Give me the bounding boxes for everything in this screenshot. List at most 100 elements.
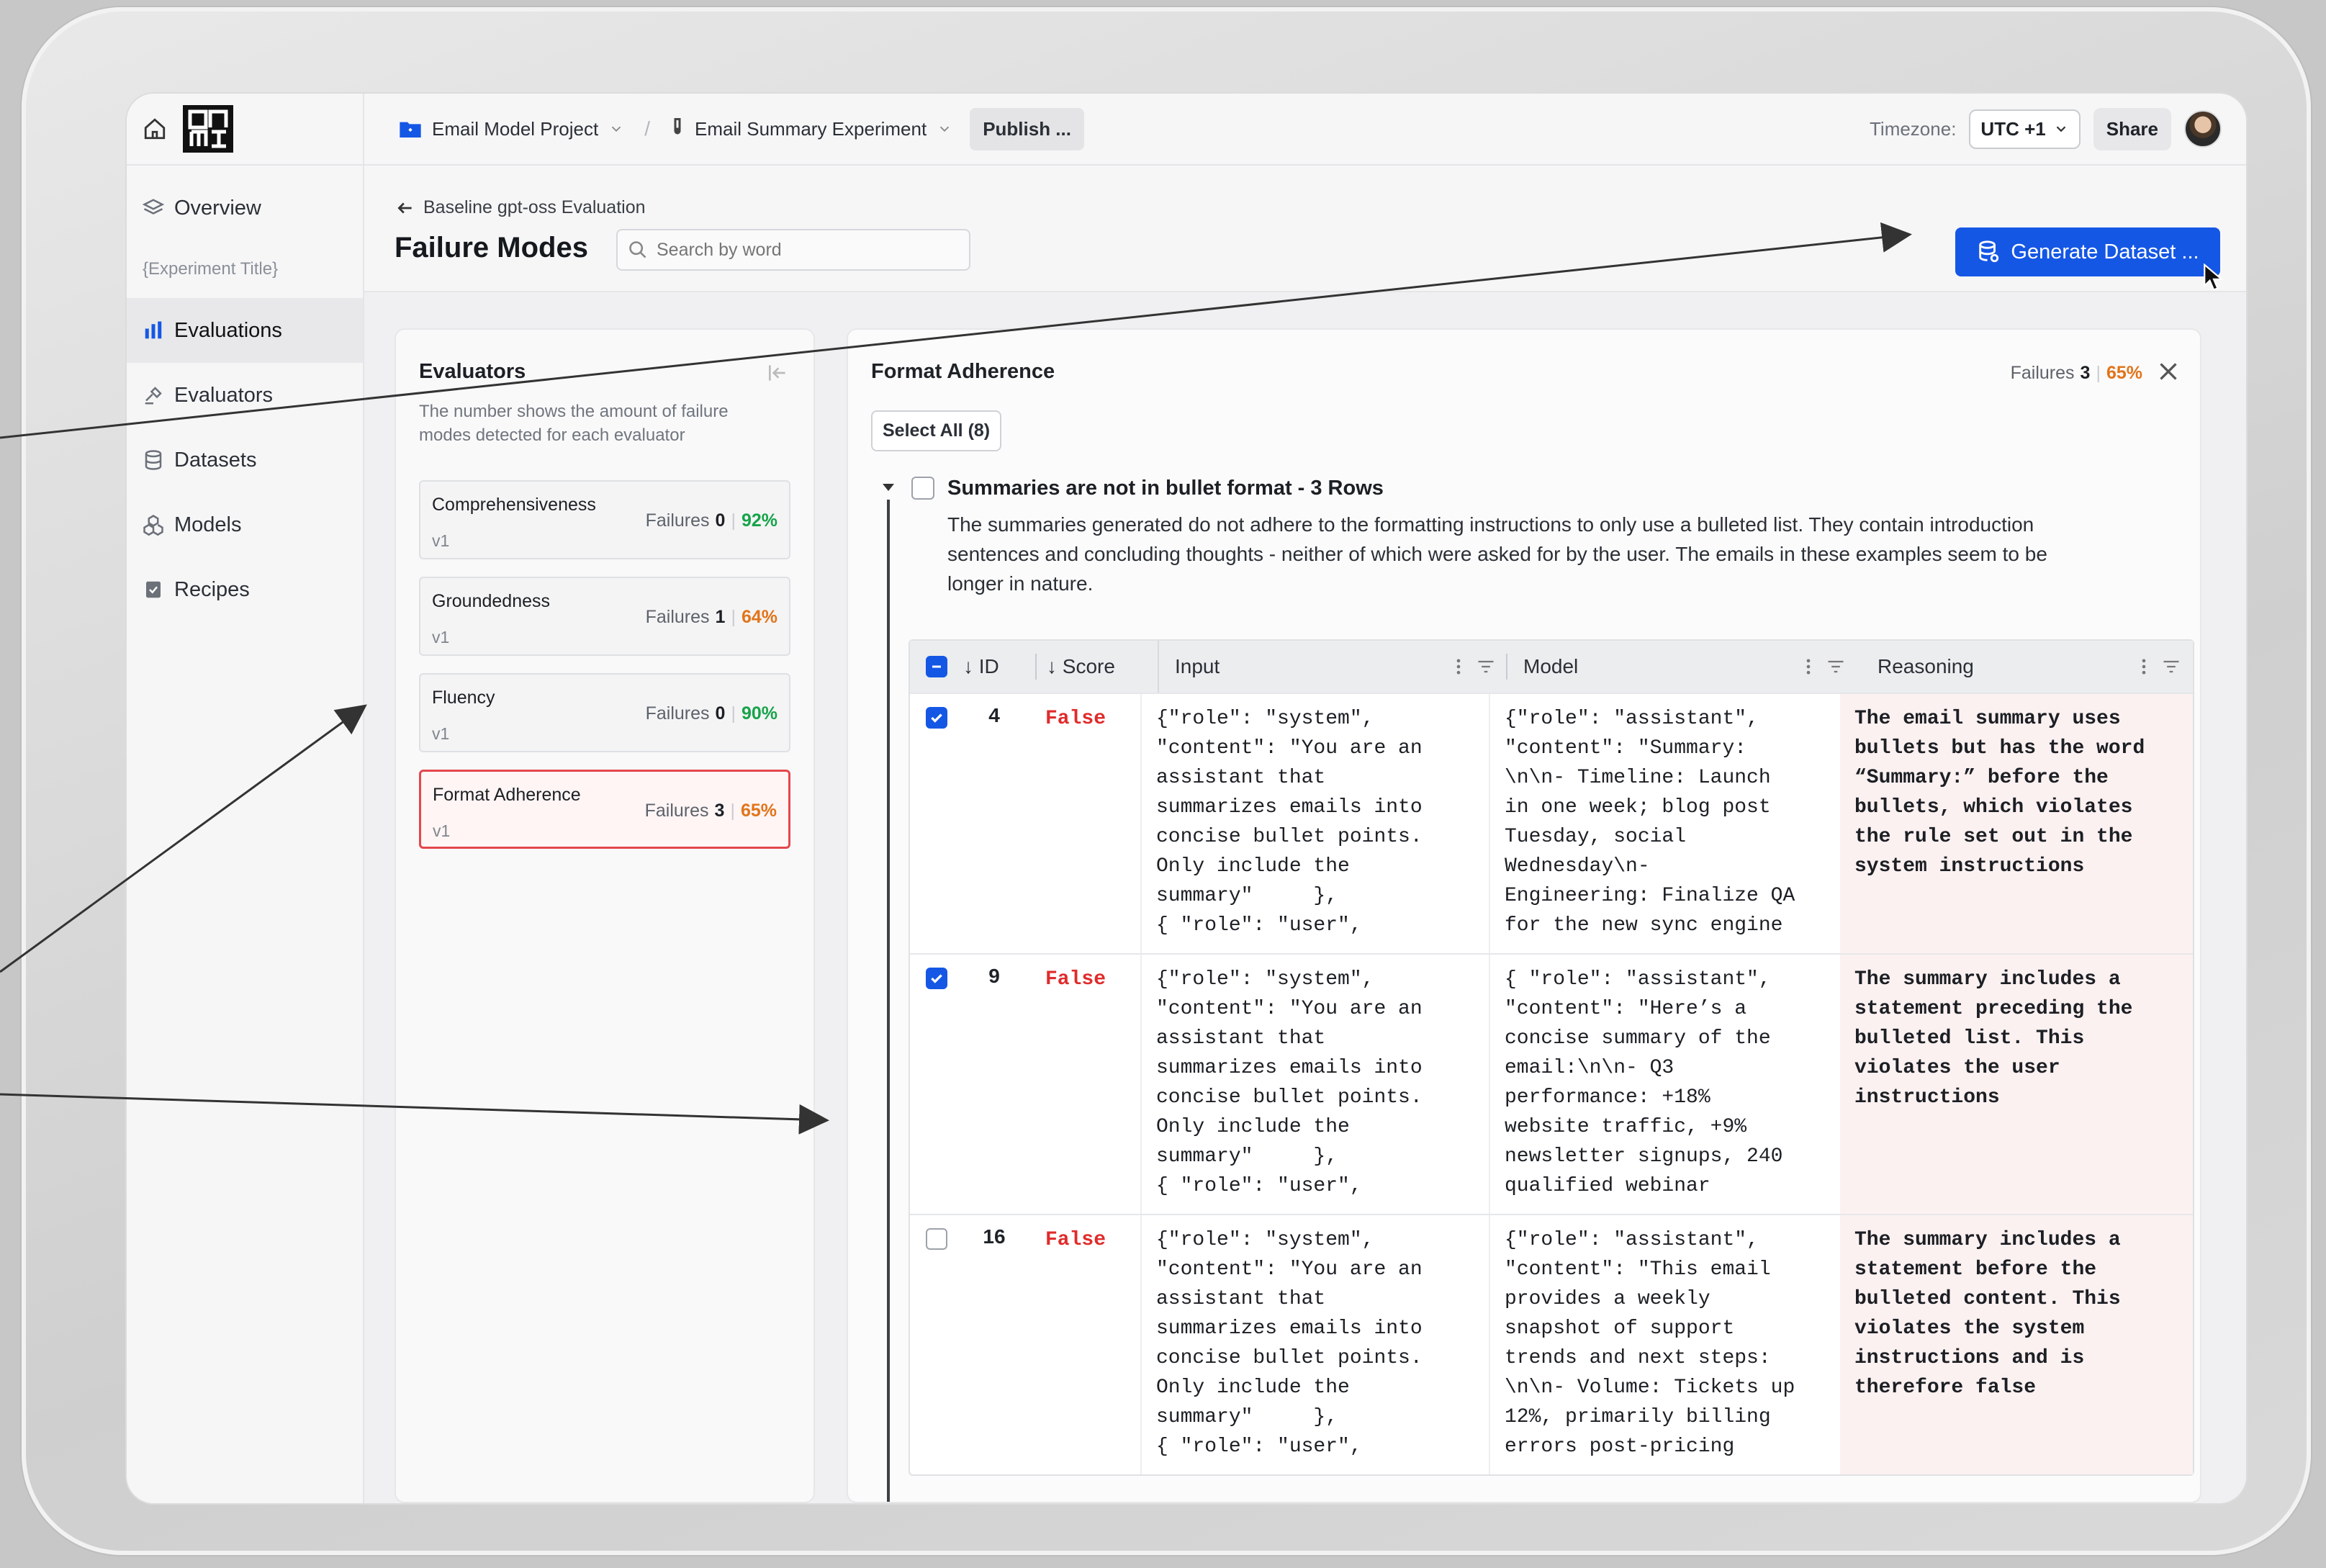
back-link[interactable]: Baseline gpt-oss Evaluation [396,197,646,218]
row-checkbox[interactable] [926,968,947,989]
column-label: Model [1523,655,1579,677]
more-vertical-icon[interactable] [1450,657,1467,677]
table-header: ↓ ID ↓ Score Input Model Reasoning [910,641,2193,693]
column-label: Reasoning [1878,655,1974,677]
evaluator-card-groundedness[interactable]: Groundedness v1 Failures 1 | 64% [419,577,790,656]
failure-mode-panel: Format Adherence Failures 3 | 65% Select… [847,328,2201,1503]
row-score: False [1045,968,1106,991]
filter-icon[interactable] [1826,657,1846,677]
row-model: {"role": "assistant", "content": "Summar… [1505,708,1795,937]
publish-button[interactable]: Publish ... [970,107,1084,150]
nav-evaluators[interactable]: Evaluators [127,363,363,428]
evaluator-stats: Failures 0 | 90% [646,703,777,724]
stat-divider: | [2096,363,2101,383]
nav-label: Overview [174,196,261,220]
nav-label: Recipes [174,577,250,601]
row-id: 9 [988,965,1000,987]
row-id: 16 [983,1225,1006,1248]
arrow-left-icon [397,202,412,213]
failures-label: Failures [645,703,710,724]
avatar[interactable] [2184,110,2222,148]
project-folder-icon [400,122,421,138]
evaluator-version: v1 [432,724,450,743]
chevron-down-icon[interactable] [937,121,952,137]
row-model: { "role": "assistant", "content": "Here’… [1505,968,1783,1197]
evaluators-title: Evaluators [419,360,526,383]
project-selector[interactable]: Email Model Project [432,118,598,140]
table-row[interactable]: 9 False {"role": "system", "content": "Y… [910,953,2193,1214]
search-box[interactable] [616,229,970,271]
bar-chart-icon [145,321,162,339]
pass-percent: 64% [741,607,777,627]
row-reasoning: The summary includes a statement precedi… [1840,955,2193,1214]
column-header-score[interactable]: ↓ Score [1037,641,1158,693]
topbar: Email Model Project / Email Summary Expe… [364,94,2246,166]
app-screen: Overview {Experiment Title} Evaluations … [125,92,2248,1505]
failures-count: 3 [714,801,725,821]
select-all-button[interactable]: Select All (8) [871,410,1002,451]
app-logo[interactable] [183,105,233,153]
column-label: Input [1175,655,1220,677]
nav-label: Evaluations [174,318,282,342]
filter-icon[interactable] [2161,657,2181,677]
collapse-left-icon[interactable] [766,361,789,384]
header-select-cell [910,641,963,693]
table-row[interactable]: 16 False {"role": "system", "content": "… [910,1214,2193,1474]
evaluator-card-comprehensiveness[interactable]: Comprehensiveness v1 Failures 0 | 92% [419,480,790,559]
evaluators-description: The number shows the amount of failure m… [419,402,729,445]
column-label: ↓ Score [1047,655,1115,677]
pass-percent: 65% [740,801,777,821]
nav-overview[interactable]: Overview [127,176,363,240]
timezone-value: UTC +1 [1980,117,2046,140]
column-header-input[interactable]: Input [1158,641,1507,693]
group-checkbox[interactable] [911,477,934,500]
evaluator-stats: Failures 0 | 92% [646,510,777,531]
failures-label: Failures [645,607,710,627]
more-vertical-icon[interactable] [2135,657,2153,677]
nav-models[interactable]: Models [127,492,363,557]
row-checkbox[interactable] [926,707,947,729]
search-input[interactable] [657,239,959,261]
nav-datasets[interactable]: Datasets [127,428,363,492]
search-icon [629,241,646,258]
minus-icon [932,665,941,668]
close-icon[interactable] [2155,359,2181,384]
row-checkbox[interactable] [926,1228,947,1250]
failures-count: 3 [2080,363,2091,383]
share-button[interactable]: Share [2093,107,2171,150]
check-icon [931,974,942,983]
database-icon [1979,240,1999,263]
timezone-select[interactable]: UTC +1 [1969,109,2081,149]
chevron-down-icon[interactable] [608,121,624,137]
table-row[interactable]: 4 False {"role": "system", "content": "Y… [910,693,2193,953]
evaluator-version: v1 [432,531,450,550]
evaluator-card-format-adherence[interactable]: Format Adherence v1 Failures 3 | 65% [419,770,790,849]
row-reasoning: The email summary uses bullets but has t… [1840,694,2193,953]
row-select-cell [910,1215,963,1474]
experiment-title: {Experiment Title} [143,259,279,279]
sidebar: Overview {Experiment Title} Evaluations … [127,94,364,1503]
flask-icon [674,118,681,135]
nav-recipes[interactable]: Recipes [127,557,363,622]
column-header-id[interactable]: ↓ ID [963,641,1037,693]
evaluator-card-fluency[interactable]: Fluency v1 Failures 0 | 90% [419,673,790,752]
home-icon[interactable] [143,117,167,141]
nav-evaluations[interactable]: Evaluations [127,298,363,363]
pass-percent: 90% [741,703,777,724]
evaluator-version: v1 [432,628,450,646]
caret-down-icon[interactable] [880,481,897,495]
brand-row [127,94,363,166]
back-link-label: Baseline gpt-oss Evaluation [423,197,646,217]
column-header-reasoning[interactable]: Reasoning [1857,641,2193,693]
filter-icon[interactable] [1476,657,1496,677]
nav-label: Datasets [174,448,257,472]
select-all-rows-checkbox[interactable] [926,656,947,677]
experiment-selector[interactable]: Email Summary Experiment [695,118,927,140]
row-select-cell [910,694,963,953]
cubes-icon [143,515,163,536]
column-header-model[interactable]: Model [1507,641,1857,693]
generate-dataset-button[interactable]: Generate Dataset ... [1955,227,2220,276]
more-vertical-icon[interactable] [1800,657,1817,677]
row-score: False [1045,708,1106,730]
row-input: {"role": "system", "content": "You are a… [1140,1215,1490,1474]
